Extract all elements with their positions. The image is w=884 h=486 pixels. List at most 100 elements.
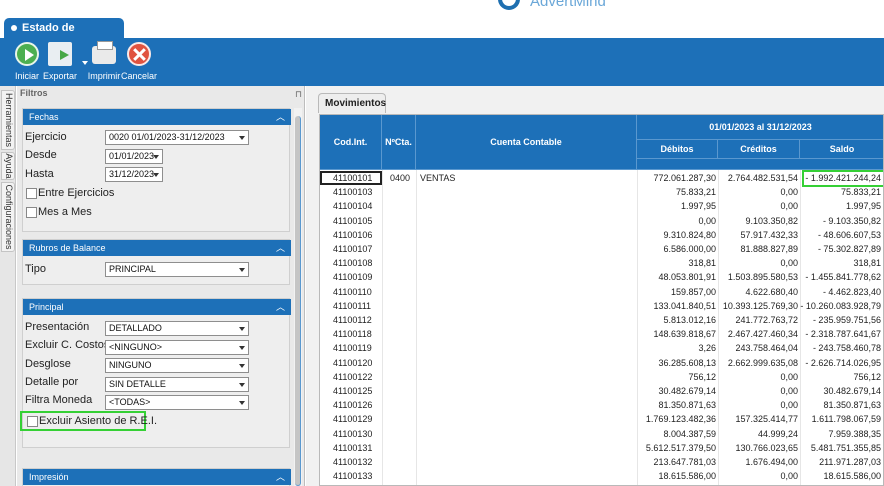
scrollbar-thumb[interactable] [295,116,301,486]
cell-creditos: 57.917.432,33 [740,229,798,240]
collapse-chevron-icon[interactable]: ︿ [276,469,285,485]
table-row[interactable]: 41100112 5.813.012,16 241.772.763,72 - 235.… [320,314,883,327]
excluir-asiento-rei-checkbox[interactable] [27,416,38,427]
table-row[interactable]: 41100126 81.350.871,63 0,00 81.350.871,63 [320,399,883,412]
tab-movimientos[interactable]: Movimientos [318,93,386,113]
cell-debitos: 3,26 [698,343,716,354]
table-row[interactable]: 41100129 1.769.123.482,36 157.325.414,77 1.… [320,413,883,426]
table-row[interactable]: 41100107 6.586.000,00 81.888.827,89 - 75.30… [320,243,883,256]
collapse-chevron-icon[interactable]: ︿ [276,299,285,315]
side-tabs: Herramientas Ayuda Configuraciones [0,86,16,486]
table-row[interactable]: 41100120 36.285.608,13 2.662.999.635,08 - 2… [320,357,883,370]
collapse-chevron-icon[interactable]: ︿ [276,109,285,125]
mes-a-mes-label: Mes a Mes [38,206,92,218]
cell-saldo: 211.971.287,03 [819,457,881,467]
cell-creditos: 0,00 [780,471,798,482]
col-header-cuenta[interactable]: Cuenta Contable [416,115,637,170]
ejercicio-value: 0020 01/01/2023-31/12/2023 [109,132,225,142]
cell-cta [382,300,416,313]
group-fechas-title: Fechas [29,112,59,122]
tipo-value: PRINCIPAL [109,264,156,274]
group-impresion-header[interactable]: Impresión ︿ [23,469,291,485]
table-row[interactable]: 41100119 3,26 243.758.464,04 - 243.758.460,… [320,342,883,355]
table-row[interactable]: 41100133 18.615.586,00 0,00 18.615.586,00 [320,470,883,483]
ejercicio-select[interactable]: 0020 01/01/2023-31/12/2023 [105,130,249,145]
group-principal-header[interactable]: Principal ︿ [23,299,291,315]
group-fechas: Fechas ︿ Ejercicio 0020 01/01/2023-31/12… [22,108,291,232]
export-icon [48,42,72,66]
table-row[interactable]: 41100109 48.053.801,91 1.503.895.580,53 - 1… [320,271,883,284]
cell-cod: 41100119 [333,343,372,354]
table-row[interactable]: 41100110 159.857,00 4.622.680,40 - 4.462.82… [320,286,883,299]
pin-icon[interactable]: ⊓ [295,89,302,100]
col-header-creditos[interactable]: Créditos [718,140,800,159]
side-tab-ayuda[interactable]: Ayuda [1,152,15,180]
logo-text: AdvertMind [530,0,606,10]
detalle-por-label: Detalle por [25,376,79,388]
detalle-por-select[interactable]: SIN DETALLE [105,377,249,392]
cell-creditos: 0,00 [780,187,798,198]
cell-saldo: 1.611.798.067,59 [811,414,881,425]
side-tab-configuraciones[interactable]: Configuraciones [1,182,15,252]
cancel-button[interactable]: Cancelar [114,40,164,84]
cell-saldo: 1.997,95 [845,201,881,212]
table-row[interactable]: 41100122 756,12 0,00 756,12 [320,371,883,384]
table-row[interactable]: 41100103 75.833,21 0,00 75.833,21 [320,186,883,199]
group-rubros-header[interactable]: Rubros de Balance ︿ [23,240,291,256]
tipo-select[interactable]: PRINCIPAL [105,262,249,277]
group-fechas-header[interactable]: Fechas ︿ [23,109,291,125]
cell-debitos: 213.647.781,03 [653,457,716,467]
table-row[interactable]: 41100118 148.639.818,67 2.467.427.460,34 - … [320,328,883,341]
cell-cod: 41100109 [333,272,373,283]
cell-saldo: - 243.758.460,78 [812,343,881,354]
excluir-costos-select[interactable]: <NINGUNO> [105,340,249,355]
presentacion-label: Presentación [25,321,90,333]
table-row[interactable]: 41100131 5.612.517.379,50 130.766.023,65 5.… [320,442,883,455]
export-button[interactable]: Exportar [35,40,88,84]
cell-debitos: 159.857,00 [670,286,716,297]
cell-creditos: 4.622.680,40 [745,286,798,297]
cell-saldo: 7.959.388,35 [828,428,881,439]
col-header-saldo[interactable]: Saldo [800,140,883,159]
cell-cuenta [416,314,637,327]
cell-cuenta [416,186,637,199]
mes-a-mes-checkbox[interactable] [26,207,37,218]
cell-debitos: 8.004.387,59 [663,428,716,439]
table-row[interactable]: 41100106 9.310.824,80 57.917.432,33 - 48.60… [320,229,883,242]
table-row[interactable]: 41100104 1.997,95 0,00 1.997,95 [320,200,883,213]
table-row[interactable]: 41100125 30.482.679,14 0,00 30.482.679,14 [320,385,883,398]
cell-cta [382,186,416,199]
cell-cod: 41100118 [333,329,372,340]
filters-title: Filtros [20,88,48,98]
dropdown-arrow-icon [239,346,245,350]
hasta-date-field[interactable]: 31/12/2023 [105,167,163,182]
filters-scrollbar[interactable] [294,108,302,486]
cell-creditos: 2.764.482.531,54 [727,173,798,183]
presentacion-select[interactable]: DETALLADO [105,321,249,336]
col-header-debitos[interactable]: Débitos [637,140,718,159]
desglose-select[interactable]: NINGUNO [105,358,249,373]
excluir-costos-label: Excluir C. Costos [25,339,110,351]
cell-cuenta [416,271,637,284]
group-principal: Principal ︿ Presentación DETALLADO Exclu… [20,298,291,448]
selected-cell [320,171,382,185]
tipo-label: Tipo [25,263,46,275]
collapse-chevron-icon[interactable]: ︿ [276,240,285,256]
entre-ejercicios-checkbox[interactable] [26,188,37,199]
table-row[interactable]: 41100111 133.041.840,51 10.393.125.769,30-… [320,300,883,313]
table-row[interactable]: 41100108 318,81 0,00 318,81 [320,257,883,270]
cell-cta: 0400 [390,173,411,183]
col-header-cod[interactable]: Cod.Int. [320,115,382,170]
table-row[interactable]: 41100105 0,00 9.103.350,82 - 9.103.350,82 [320,215,883,228]
toolbar: Iniciar Exportar Imprimir Cancelar [0,38,884,86]
table-row[interactable]: 41100132 213.647.781,03 1.676.494,00 211.97… [320,456,883,469]
cell-debitos: 756,12 [688,371,716,382]
cell-saldo: - 75.302.827,89 [817,244,881,254]
window-tab-estado-resultados[interactable]: Estado de Resultados [4,18,124,55]
col-header-cta[interactable]: NºCta. [382,115,416,170]
cell-creditos: 2.662.999.635,08 [727,357,798,368]
desde-date-field[interactable]: 01/01/2023 [105,149,163,164]
filtra-moneda-select[interactable]: <TODAS> [105,395,249,410]
table-row[interactable]: 41100101 0400 VENTAS 772.061.287,30 2.764.48… [320,172,883,185]
table-row[interactable]: 41100130 8.004.387,59 44.999,24 7.959.388,3… [320,428,883,441]
